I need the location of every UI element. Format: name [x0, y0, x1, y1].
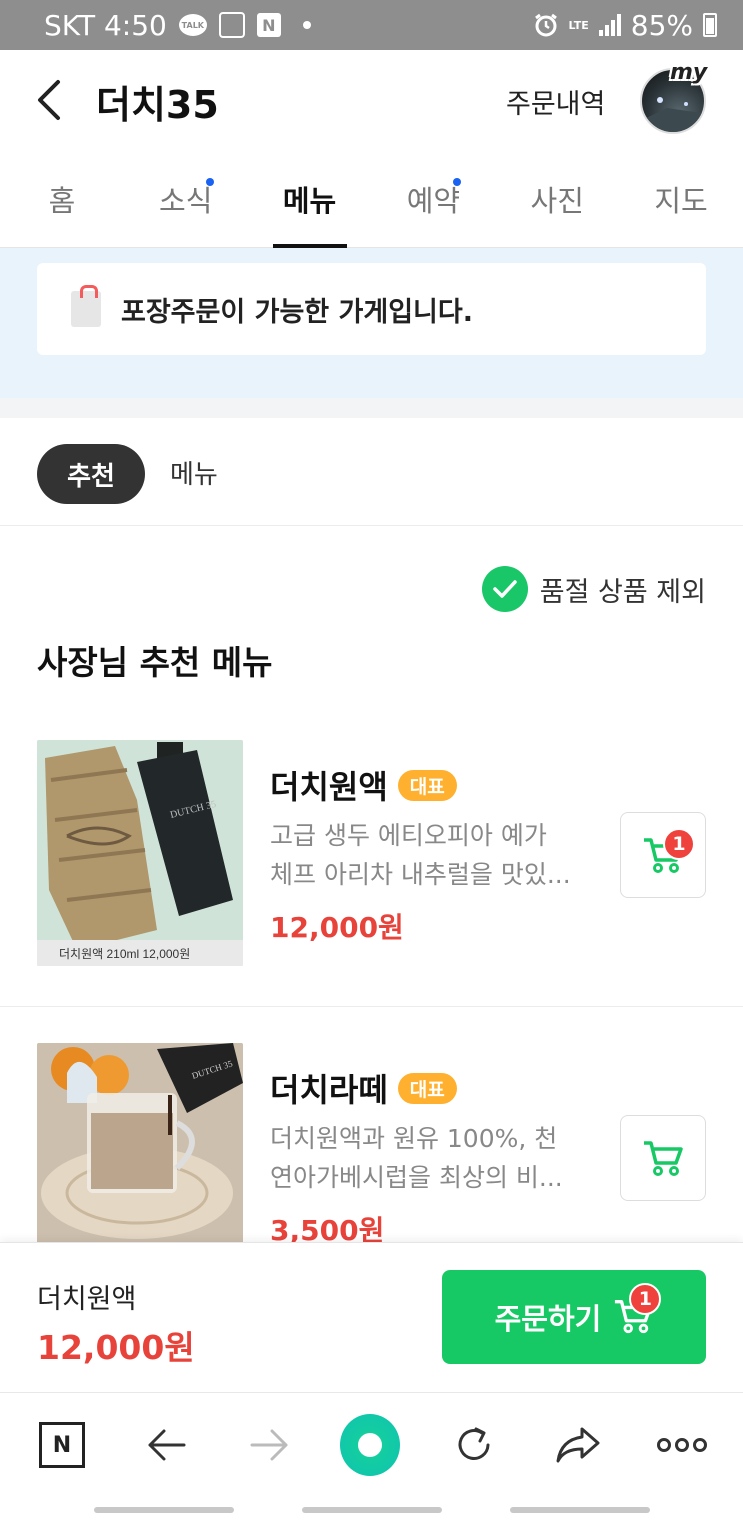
my-label: my	[670, 60, 708, 85]
takeout-banner-area: 포장주문이 가능한 가게입니다.	[0, 248, 743, 398]
shopping-bag-icon	[71, 285, 101, 327]
order-bar: 더치원액 12,000원 주문하기 1	[0, 1242, 743, 1392]
alarm-icon	[533, 12, 559, 38]
more-notifications-dot	[302, 21, 311, 29]
menu-item-description: 더치원액과 원유 100%, 천 연아가베시럽을 최상의 비...	[270, 1119, 590, 1197]
new-indicator-dot	[453, 178, 462, 186]
menu-item-title-row: 더치라떼 대표	[270, 1065, 457, 1111]
app-notification-icon	[218, 12, 245, 38]
tab-label: 지도	[654, 183, 708, 218]
menu-item-price: 12,000원	[270, 911, 404, 944]
tab-label: 사진	[530, 183, 584, 218]
subtab-menu[interactable]: 메뉴	[170, 454, 218, 491]
takeout-banner-text: 포장주문이 가능한 가게입니다.	[121, 296, 473, 328]
green-dot-icon	[340, 1414, 400, 1476]
menu-item-title-row: 더치원액 대표	[270, 762, 457, 808]
back-gesture[interactable]	[510, 1507, 650, 1513]
header: 더치35 주문내역 my	[0, 50, 743, 150]
share-arrow-icon	[556, 1427, 600, 1463]
refresh-button[interactable]	[444, 1415, 504, 1475]
chevron-left-icon	[38, 80, 60, 120]
status-bar: SKT 4:50 TALK N LTE 85%	[0, 0, 743, 50]
description-line: 더치원액과 원유 100%, 천	[270, 1124, 558, 1153]
menu-item-name: 더치라떼	[270, 1071, 388, 1109]
signature-badge: 대표	[397, 769, 457, 801]
cart-icon: 1	[613, 1283, 662, 1337]
arrow-left-icon	[148, 1429, 186, 1461]
tab-menu[interactable]: 메뉴	[248, 150, 372, 247]
battery-percent: 85%	[630, 8, 693, 42]
home-gesture[interactable]	[302, 1507, 442, 1513]
menu-item-photo: DUTCH 35	[37, 1043, 243, 1269]
menu-item-name: 더치원액	[270, 768, 388, 806]
add-to-cart-button[interactable]: 1	[620, 812, 706, 898]
menu-item-photo: DUTCH 35 더치원액 210ml 12,000원	[37, 740, 243, 966]
green-dot-button[interactable]	[340, 1414, 400, 1476]
arrow-right-icon	[250, 1429, 288, 1461]
add-to-cart-button[interactable]	[620, 1115, 706, 1201]
signal-icon	[598, 14, 621, 36]
tab-map[interactable]: 지도	[619, 150, 743, 247]
new-indicator-dot	[205, 178, 214, 186]
store-tabs: 홈 소식 메뉴 예약 사진 지도	[0, 150, 743, 248]
carrier-time: SKT 4:50	[44, 8, 167, 42]
kakaotalk-icon: TALK	[178, 14, 207, 36]
back-button[interactable]	[28, 78, 72, 122]
tab-photos[interactable]: 사진	[495, 150, 619, 247]
cart-count-badge: 1	[629, 1283, 662, 1315]
description-line: 고급 생두 에티오피아 예가	[270, 821, 547, 850]
browser-forward-button[interactable]	[240, 1415, 300, 1475]
browser-toolbar: N	[0, 1392, 743, 1497]
selected-item-name: 더치원액	[37, 1284, 137, 1315]
selected-item-price: 12,000원	[37, 1328, 195, 1367]
check-icon	[481, 566, 528, 612]
naver-home-button[interactable]: N	[32, 1415, 92, 1475]
browser-back-button[interactable]	[136, 1415, 196, 1475]
photo-caption: 더치원액 210ml 12,000원	[59, 947, 190, 961]
tab-label: 예약	[406, 183, 461, 218]
battery-icon	[703, 13, 717, 37]
menu-subtabs: 추천 메뉴	[0, 418, 743, 526]
system-gesture-bar	[0, 1497, 743, 1527]
naver-notification-icon: N	[256, 13, 281, 37]
more-menu-button[interactable]	[652, 1415, 712, 1475]
signature-badge: 대표	[397, 1072, 457, 1104]
takeout-banner: 포장주문이 가능한 가게입니다.	[37, 263, 706, 355]
menu-item-description: 고급 생두 에티오피아 예가 체프 아리차 내추럴을 맛있...	[270, 816, 590, 894]
description-line: 체프 아리차 내추럴을 맛있...	[270, 860, 571, 889]
order-button-label: 주문하기	[494, 1302, 602, 1336]
tab-news[interactable]: 소식	[124, 150, 248, 247]
cart-count-badge: 1	[663, 828, 695, 860]
tab-label: 메뉴	[282, 183, 337, 218]
tab-home[interactable]: 홈	[0, 150, 124, 247]
recent-apps-gesture[interactable]	[94, 1507, 234, 1513]
share-button[interactable]	[548, 1415, 608, 1475]
exclude-soldout-toggle[interactable]: 품절 상품 제외	[481, 566, 706, 612]
description-line: 연아가베시럽을 최상의 비...	[270, 1163, 563, 1192]
order-button[interactable]: 주문하기 1	[442, 1270, 706, 1364]
lte-icon: LTE	[568, 18, 589, 32]
cart-icon	[644, 1141, 683, 1176]
tab-label: 소식	[159, 183, 213, 218]
more-icon	[657, 1438, 707, 1452]
refresh-icon	[458, 1427, 490, 1460]
page-title: 더치35	[96, 83, 219, 127]
naver-logo-icon: N	[39, 1422, 85, 1468]
subtab-recommended[interactable]: 추천	[37, 444, 145, 504]
menu-item[interactable]: DUTCH 35 더치원액 210ml 12,000원 더치원액 대표 고급 생…	[0, 740, 743, 1007]
exclude-soldout-label: 품절 상품 제외	[539, 576, 706, 608]
tab-reservation[interactable]: 예약	[371, 150, 495, 247]
order-history-link[interactable]: 주문내역	[506, 82, 605, 121]
section-title: 사장님 추천 메뉴	[37, 643, 273, 682]
section-divider	[0, 398, 743, 418]
tab-label: 홈	[48, 183, 76, 218]
